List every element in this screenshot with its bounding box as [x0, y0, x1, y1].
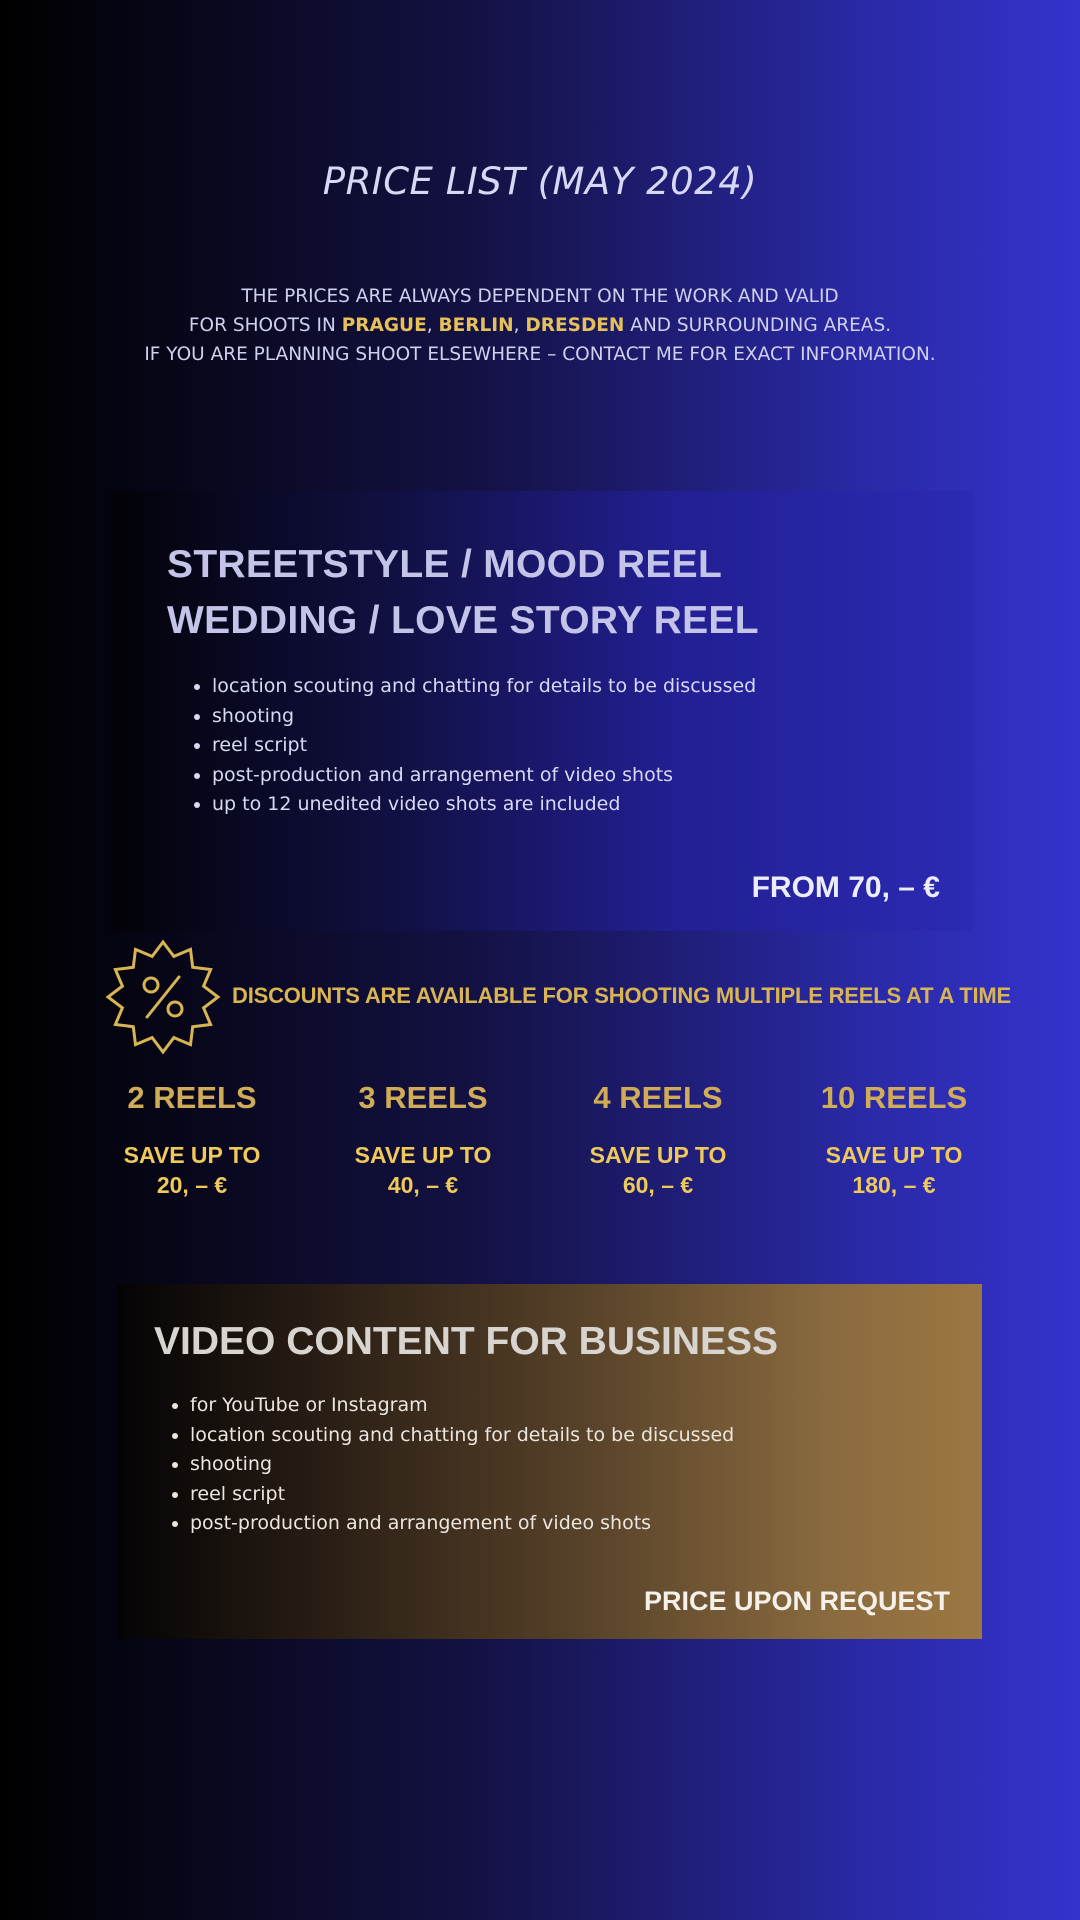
- intro-line-2-prefix: FOR SHOOTS IN: [188, 315, 342, 336]
- reels-features-list: location scouting and chatting for detai…: [192, 672, 756, 820]
- city-berlin: BERLIN: [438, 315, 514, 336]
- list-item: shooting: [212, 702, 756, 732]
- page-title: PRICE LIST (MAY 2024): [322, 160, 758, 203]
- list-item: location scouting and chatting for detai…: [212, 672, 756, 702]
- city-separator: ,: [513, 315, 526, 336]
- business-price: PRICE UPON REQUEST: [643, 1586, 950, 1616]
- list-item: location scouting and chatting for detai…: [190, 1421, 734, 1451]
- business-price-card: VIDEO CONTENT FOR BUSINESS for YouTube o…: [117, 1284, 982, 1639]
- reels-price: FROM 70, – €: [751, 871, 940, 904]
- city-separator: ,: [426, 315, 439, 336]
- intro-line-2: FOR SHOOTS IN PRAGUE, BERLIN, DRESDEN AN…: [0, 311, 1080, 340]
- tier-saving: SAVE UP TO 40, – €: [313, 1140, 533, 1200]
- discount-tier-4-reels: 4 REELS SAVE UP TO 60, – €: [548, 1080, 768, 1200]
- discount-tier-3-reels: 3 REELS SAVE UP TO 40, – €: [313, 1080, 533, 1200]
- tier-saving: SAVE UP TO 60, – €: [548, 1140, 768, 1200]
- list-item: reel script: [190, 1480, 734, 1510]
- list-item: up to 12 unedited video shots are includ…: [212, 790, 756, 820]
- list-item: for YouTube or Instagram: [190, 1391, 734, 1421]
- intro-line-2-suffix: AND SURROUNDING AREAS.: [624, 315, 892, 336]
- reels-heading-line-2: WEDDING / LOVE STORY REEL: [167, 599, 759, 642]
- list-item: post-production and arrangement of video…: [212, 761, 756, 791]
- percent-badge-icon: [105, 939, 221, 1055]
- business-features-list: for YouTube or Instagram location scouti…: [170, 1391, 734, 1539]
- list-item: reel script: [212, 731, 756, 761]
- price-list-page: PRICE LIST (MAY 2024) THE PRICES ARE ALW…: [0, 0, 1080, 1920]
- tier-saving-line-1: SAVE UP TO: [354, 1142, 492, 1168]
- intro-line-3: IF YOU ARE PLANNING SHOOT ELSEWHERE – CO…: [144, 344, 936, 365]
- tier-saving-amount: 40, – €: [387, 1172, 459, 1198]
- tier-label: 2 REELS: [127, 1080, 257, 1115]
- tier-saving: SAVE UP TO 180, – €: [784, 1140, 1004, 1200]
- tier-saving-amount: 180, – €: [852, 1172, 936, 1198]
- business-card-heading: VIDEO CONTENT FOR BUSINESS: [154, 1320, 779, 1363]
- list-item: shooting: [190, 1450, 734, 1480]
- tier-label: 3 REELS: [358, 1080, 488, 1115]
- tier-label: 10 REELS: [820, 1080, 968, 1115]
- reels-heading-line-1: STREETSTYLE / MOOD REEL: [167, 543, 723, 586]
- tier-saving-line-1: SAVE UP TO: [589, 1142, 727, 1168]
- tier-saving-line-1: SAVE UP TO: [123, 1142, 261, 1168]
- tier-saving-amount: 60, – €: [622, 1172, 694, 1198]
- discount-tier-10-reels: 10 REELS SAVE UP TO 180, – €: [784, 1080, 1004, 1200]
- city-prague: PRAGUE: [341, 315, 427, 336]
- reels-price-card: STREETSTYLE / MOOD REEL WEDDING / LOVE S…: [111, 491, 974, 931]
- intro-text: THE PRICES ARE ALWAYS DEPENDENT ON THE W…: [0, 282, 1080, 369]
- tier-saving-line-1: SAVE UP TO: [825, 1142, 963, 1168]
- tier-saving: SAVE UP TO 20, – €: [82, 1140, 302, 1200]
- tier-saving-amount: 20, – €: [156, 1172, 228, 1198]
- discount-note: DISCOUNTS ARE AVAILABLE FOR SHOOTING MUL…: [232, 983, 1011, 1008]
- tier-label: 4 REELS: [593, 1080, 723, 1115]
- list-item: post-production and arrangement of video…: [190, 1509, 734, 1539]
- intro-line-1: THE PRICES ARE ALWAYS DEPENDENT ON THE W…: [241, 286, 839, 307]
- discount-tier-2-reels: 2 REELS SAVE UP TO 20, – €: [82, 1080, 302, 1200]
- reels-card-heading: STREETSTYLE / MOOD REEL WEDDING / LOVE S…: [167, 537, 759, 649]
- city-dresden: DRESDEN: [525, 315, 625, 336]
